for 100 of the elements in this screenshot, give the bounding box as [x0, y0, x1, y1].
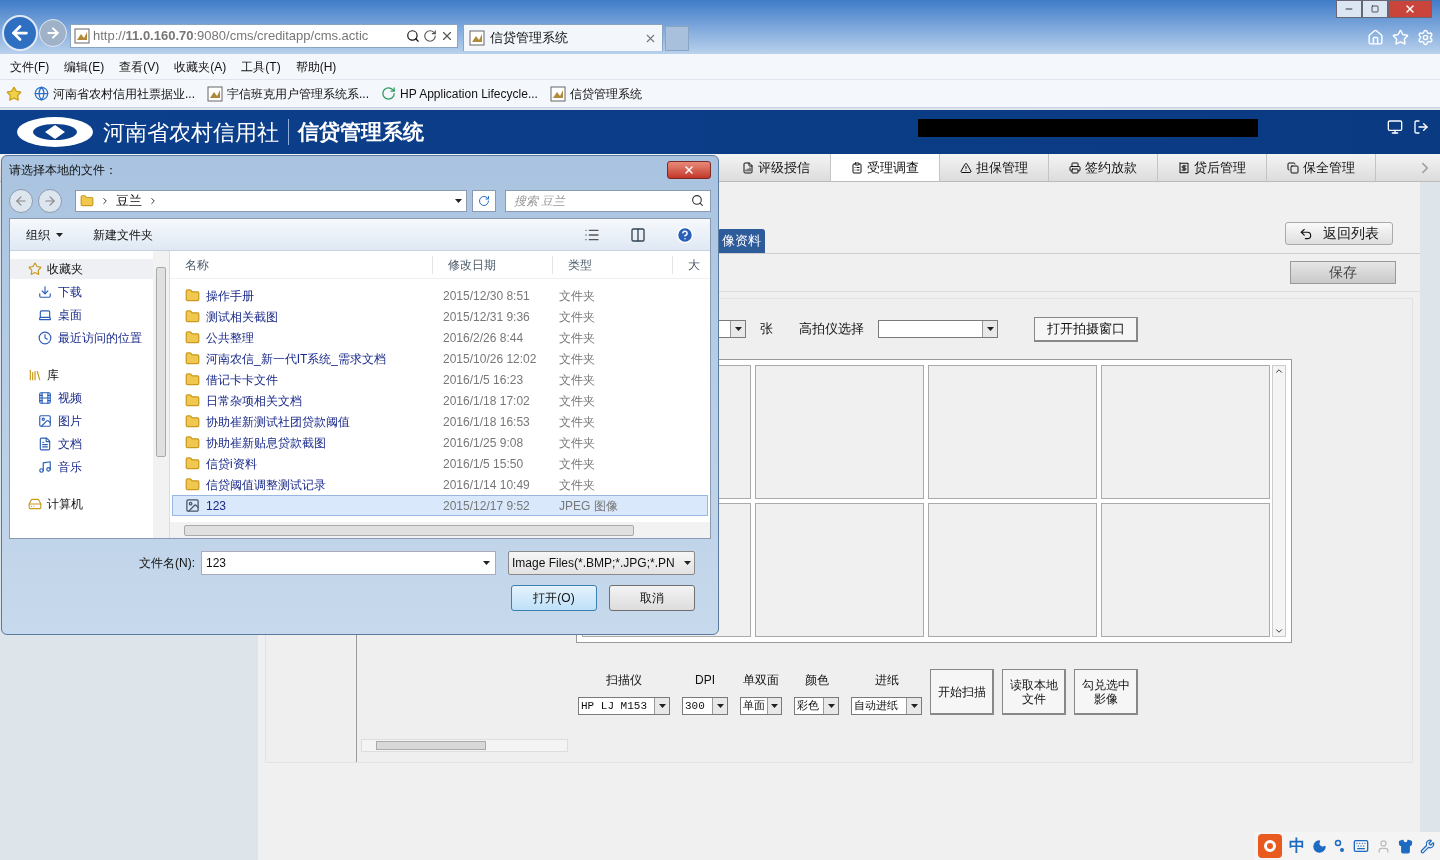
nav-group[interactable]: 库 [10, 365, 153, 385]
file-row[interactable]: 借记卡卡文件 2016/1/5 16:23 文件夹 [172, 369, 708, 390]
stop-icon[interactable] [440, 29, 454, 43]
file-row[interactable]: 操作手册 2015/12/30 8:51 文件夹 [172, 285, 708, 306]
open-button[interactable]: 打开(O) [511, 585, 597, 611]
file-row[interactable]: 日常杂项相关文档 2016/1/18 17:02 文件夹 [172, 390, 708, 411]
file-row[interactable]: 公共整理 2016/2/26 8:44 文件夹 [172, 327, 708, 348]
favorite-link[interactable]: 信贷管理系统 [549, 84, 642, 103]
file-row[interactable]: 信贷阈值调整测试记录 2016/1/14 10:49 文件夹 [172, 474, 708, 495]
horizontal-scrollbar[interactable] [361, 739, 568, 752]
nav-tab[interactable]: 贷后管理 [1158, 154, 1267, 181]
filename-field[interactable]: 123 [201, 551, 496, 575]
chevron-icon[interactable] [100, 196, 110, 206]
favorites-star-icon[interactable] [6, 85, 22, 102]
forward-button[interactable] [38, 189, 62, 213]
preview-pane-icon[interactable] [630, 226, 646, 243]
favorite-link[interactable]: HP Application Lifecycle... [381, 84, 538, 103]
file-row[interactable]: 协助崔新测试社团贷款阈值 2016/1/18 16:53 文件夹 [172, 411, 708, 432]
search-icon[interactable] [406, 29, 420, 43]
keyboard-icon[interactable] [1353, 838, 1369, 854]
column-header[interactable]: 类型 [552, 255, 672, 274]
home-icon[interactable] [1367, 29, 1384, 46]
nav-item[interactable]: 音乐 [10, 457, 153, 477]
vertical-scrollbar[interactable] [153, 251, 169, 538]
nav-tab[interactable]: 保全管理 [1267, 154, 1376, 181]
chevron-icon[interactable] [148, 196, 158, 206]
file-row[interactable]: 河南农信_新一代IT系统_需求文档 2015/10/26 12:02 文件夹 [172, 348, 708, 369]
save-button[interactable]: 保存 [1290, 261, 1396, 284]
nav-item[interactable]: 文档 [10, 434, 153, 454]
open-camera-button[interactable]: 打开拍摄窗口 [1034, 316, 1138, 342]
nav-item[interactable]: 最近访问的位置 [10, 328, 153, 348]
scan-option-select[interactable]: 自动进纸 [851, 697, 922, 715]
scroll-up-icon[interactable] [1274, 366, 1284, 376]
browser-tab[interactable]: 信贷管理系统 [463, 24, 663, 51]
refresh-icon[interactable] [423, 29, 437, 43]
camera-select[interactable] [878, 320, 998, 338]
menu-item[interactable]: 帮助(H) [295, 57, 337, 76]
file-row[interactable]: 123 2015/12/17 9:52 JPEG 图像 [172, 495, 708, 516]
filetype-select[interactable]: Image Files(*.BMP;*.JPG;*.PN [508, 551, 695, 575]
menu-item[interactable]: 工具(T) [241, 57, 281, 76]
cancel-button[interactable]: 取消 [609, 585, 695, 611]
nav-item[interactable]: 桌面 [10, 305, 153, 325]
scan-option-select[interactable]: 单面 [740, 697, 782, 715]
nav-group[interactable]: 计算机 [10, 494, 153, 514]
shirt-icon[interactable] [1398, 838, 1413, 854]
nav-tab[interactable]: 担保管理 [940, 154, 1049, 181]
column-header[interactable]: 大 [672, 255, 710, 274]
nav-item[interactable]: 下载 [10, 282, 153, 302]
download-icon [38, 285, 52, 299]
maximize-button[interactable] [1362, 0, 1388, 18]
nav-group[interactable]: 收藏夹 [10, 259, 153, 279]
minimize-button[interactable] [1336, 0, 1362, 18]
nav-tab[interactable]: 签约放款 [1049, 154, 1158, 181]
organize-button[interactable]: 组织 [26, 225, 63, 244]
section-tab[interactable]: 像资料 [718, 229, 765, 253]
help-icon[interactable] [676, 225, 694, 244]
breadcrumb-bar[interactable]: 豆兰 [75, 190, 467, 212]
favorite-link[interactable]: 河南省农村信用社票据业... [34, 84, 195, 103]
back-button[interactable] [9, 189, 33, 213]
menu-item[interactable]: 收藏夹(A) [174, 57, 227, 76]
punctuation-icon[interactable] [1334, 839, 1346, 853]
search-field[interactable]: 搜索 豆兰 [505, 190, 711, 212]
scan-action-button[interactable]: 开始扫描 [930, 669, 994, 715]
ime-mode[interactable]: 中 [1289, 834, 1305, 858]
scan-action-button[interactable]: 读取本地文件 [1002, 669, 1066, 715]
nav-item[interactable]: 图片 [10, 411, 153, 431]
nav-item[interactable]: 视频 [10, 388, 153, 408]
breadcrumb-item[interactable]: 豆兰 [116, 191, 142, 211]
wrench-icon[interactable] [1420, 838, 1435, 854]
address-bar[interactable]: http://11.0.160.70:9080/cms/creditapp/cms.actic [70, 24, 458, 48]
favorites-icon[interactable] [1392, 29, 1409, 46]
file-row[interactable]: 协助崔新贴息贷款截图 2016/1/25 9:08 文件夹 [172, 432, 708, 453]
file-row[interactable]: 信贷i资料 2016/1/5 15:50 文件夹 [172, 453, 708, 474]
moon-icon[interactable] [1312, 838, 1327, 854]
menu-item[interactable]: 查看(V) [119, 57, 160, 76]
vertical-scrollbar[interactable] [1272, 365, 1286, 637]
scan-option-select[interactable]: 彩色 [794, 697, 839, 715]
menu-item[interactable]: 文件(F) [10, 57, 50, 76]
refresh-button[interactable] [472, 190, 496, 212]
scan-action-button[interactable]: 勾兑选中影像 [1074, 669, 1138, 715]
scan-option-select[interactable]: 300 [682, 697, 728, 715]
close-button[interactable] [667, 161, 711, 179]
video-icon [38, 391, 52, 405]
settings-icon[interactable] [1417, 29, 1434, 46]
horizontal-scrollbar[interactable] [170, 522, 710, 538]
monitor-icon[interactable] [1387, 119, 1403, 135]
scroll-down-icon[interactable] [1274, 626, 1284, 636]
scan-option-select[interactable]: HP LJ M153 [578, 697, 670, 715]
ime-logo-icon[interactable] [1258, 834, 1282, 858]
nav-tab[interactable]: 受理调查 [831, 154, 940, 181]
exit-icon[interactable] [1413, 119, 1429, 135]
close-button[interactable] [1388, 0, 1432, 18]
new-folder-button[interactable]: 新建文件夹 [93, 225, 153, 244]
menu-item[interactable]: 编辑(E) [64, 57, 105, 76]
back-to-list-button[interactable]: 返回列表 [1285, 222, 1393, 245]
column-header[interactable]: 名称 [170, 255, 432, 274]
file-row[interactable]: 测试相关截图 2015/12/31 9:36 文件夹 [172, 306, 708, 327]
folder-icon [185, 477, 200, 492]
favorite-link[interactable]: 宇信班克用户管理系统系... [207, 84, 370, 103]
column-header[interactable]: 修改日期 [432, 255, 552, 274]
